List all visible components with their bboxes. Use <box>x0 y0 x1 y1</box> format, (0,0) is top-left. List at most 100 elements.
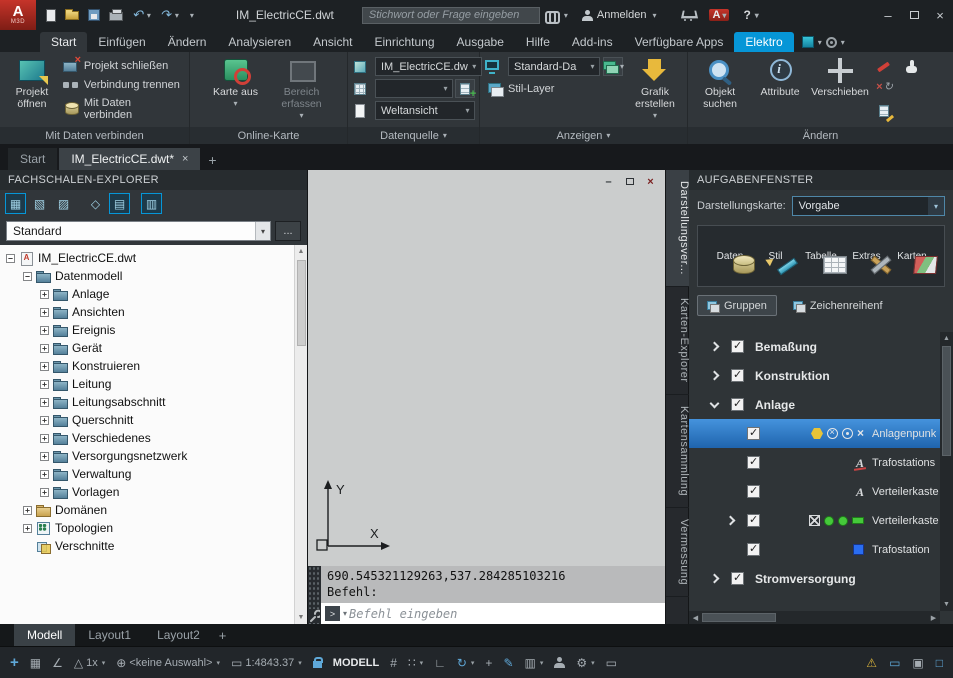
isolate-objects-icon[interactable]: ▭ <box>606 656 617 670</box>
visibility-checkbox[interactable] <box>747 484 760 498</box>
panel-title-datenquelle[interactable]: Datenquelle ▾ <box>348 127 479 144</box>
tree-item-querschnitt[interactable]: + Querschnitt <box>0 411 294 429</box>
tab-gruppen[interactable]: Gruppen <box>697 295 777 316</box>
tree-expander-icon[interactable]: + <box>40 361 49 371</box>
tree-expander-icon[interactable]: + <box>40 487 49 497</box>
tree-item-im-electricce-dwt[interactable]: − IM_ElectricCE.dwt <box>0 249 294 267</box>
autotrack-icon[interactable]: + <box>10 654 19 671</box>
explorer-tree-scrollbar[interactable]: ▲ ▼ <box>294 245 307 624</box>
ribbon-tab-einrichtung[interactable]: Einrichtung <box>363 32 445 52</box>
tree-expander-icon[interactable]: + <box>40 325 49 335</box>
crosshair-icon[interactable]: + <box>485 656 492 670</box>
visibility-checkbox[interactable] <box>747 455 760 469</box>
clean-screen-icon[interactable]: ▣ <box>912 656 923 670</box>
tree-expander-icon[interactable]: + <box>40 307 49 317</box>
ribbon-tab-ausgabe[interactable]: Ausgabe <box>446 32 515 52</box>
display-map-combo[interactable]: Standard-Da ▾ <box>508 57 600 76</box>
ribbon-tab-ansicht[interactable]: Ansicht <box>302 32 363 52</box>
customization-icon[interactable]: ⚙ <box>576 656 594 670</box>
visibility-checkbox[interactable] <box>731 368 744 382</box>
layer-verteilerkaste[interactable]: Verteilerkaste <box>689 506 940 535</box>
display-library-icon[interactable]: ▨ <box>53 193 74 214</box>
new-drawing-tab-button[interactable]: + <box>202 150 222 170</box>
layout-tab-modell[interactable]: Modell <box>14 624 76 646</box>
layer-group-bemaßung[interactable]: Bemaßung <box>689 332 940 361</box>
ribbon-tab-analysieren[interactable]: Analysieren <box>217 32 302 52</box>
daten-tool-button[interactable]: Daten <box>708 251 752 262</box>
layer-group-stromversorgung[interactable]: Stromversorgung <box>689 564 940 593</box>
layer-stack-button[interactable] <box>603 57 623 76</box>
layer-anlagenpunk[interactable]: × Anlagenpunk <box>689 419 940 448</box>
grid-view-icon[interactable]: ▤ <box>109 193 130 214</box>
new-file-icon[interactable] <box>46 8 56 22</box>
drawing-minimize-button[interactable]: – <box>600 174 617 189</box>
workspace-icon[interactable]: ▥ <box>525 656 544 670</box>
layer-list-hscrollbar[interactable]: ◀ ▶ <box>689 611 940 624</box>
detail-view-icon[interactable]: ▥ <box>141 193 162 214</box>
user-icon[interactable] <box>554 657 566 668</box>
search-icon[interactable] <box>544 10 568 24</box>
row-expander[interactable] <box>707 370 722 381</box>
hscroll-thumb[interactable] <box>702 613 776 622</box>
selection-cycling[interactable]: △ 1x <box>74 656 105 670</box>
polar-tracking-icon[interactable]: ∠ <box>52 656 63 670</box>
visibility-checkbox[interactable] <box>747 542 760 556</box>
table-add-button[interactable] <box>455 79 476 100</box>
tab-zeichenreihenf[interactable]: Zeichenreihenf <box>783 295 893 316</box>
redo-icon[interactable] <box>160 7 179 23</box>
add-layout-button[interactable]: + <box>219 628 227 643</box>
grafik-erstellen-button[interactable]: Grafik erstellen <box>627 54 683 127</box>
stil-layer-button[interactable]: Stil-Layer <box>484 81 627 97</box>
standard-combo[interactable]: Standard ▾ <box>6 221 271 241</box>
row-expander[interactable] <box>707 398 722 408</box>
minimize-button[interactable]: – <box>875 3 901 27</box>
select-hand-button[interactable] <box>902 58 922 76</box>
ribbon-tab-add-ins[interactable]: Add-ins <box>561 32 624 52</box>
qat-menu-icon[interactable] <box>188 11 194 20</box>
file-tab-close-icon[interactable]: × <box>182 153 188 165</box>
command-palette-grip[interactable] <box>308 566 321 624</box>
layer-group-konstruktion[interactable]: Konstruktion <box>689 361 940 390</box>
feature-source-combo[interactable]: ▾ <box>375 79 453 98</box>
drawing-area[interactable]: – × Y X 690.545321129263,537.28428510321… <box>308 170 665 624</box>
fullscreen-icon[interactable]: □ <box>936 656 943 670</box>
tree-item-ansichten[interactable]: + Ansichten <box>0 303 294 321</box>
tree-item-domänen[interactable]: + Domänen <box>0 501 294 519</box>
command-input[interactable] <box>347 605 665 622</box>
signin-button[interactable]: Anmelden <box>581 9 657 21</box>
plot-icon[interactable] <box>109 9 123 21</box>
verbindung-trennen-button[interactable]: Verbindung trennen <box>60 77 185 93</box>
tree-expander-icon[interactable]: + <box>40 433 49 443</box>
help-button[interactable]: ? <box>743 8 758 22</box>
ribbon-tab-verfügbare-apps[interactable]: Verfügbare Apps <box>624 32 735 52</box>
tree-expander-icon[interactable]: − <box>23 271 32 281</box>
bereich-erfassen-button[interactable]: Bereich erfassen <box>274 54 330 127</box>
tree-item-verschnitte[interactable]: Verschnitte <box>0 537 294 555</box>
verschieben-button[interactable]: Verschieben <box>811 54 869 127</box>
object-snap-icon[interactable]: ↻ <box>457 656 475 670</box>
featured-app-dropdown-icon[interactable]: ▾ <box>818 38 822 47</box>
app-store-icon[interactable] <box>682 10 695 21</box>
extras-tool-button[interactable]: Extras <box>845 251 889 262</box>
attribute-button[interactable]: Attribute <box>752 54 808 127</box>
display-model-icon[interactable]: ▦ <box>5 193 26 214</box>
side-tab-vermessung[interactable]: Vermessung <box>666 508 690 597</box>
update-from-source-button[interactable] <box>874 80 894 98</box>
command-settings-wrench-icon[interactable] <box>309 609 320 623</box>
annotation-icon[interactable]: ✎ <box>503 656 513 670</box>
visibility-checkbox[interactable] <box>747 513 760 527</box>
hardware-accel-icon[interactable]: ▭ <box>889 656 900 670</box>
layer-list-vscrollbar[interactable]: ▲ ▼ <box>940 332 953 611</box>
side-tab-kartensammlung[interactable]: Kartensammlung <box>666 395 690 508</box>
ribbon-options-dropdown-icon[interactable]: ▾ <box>841 38 845 47</box>
model-space-label[interactable]: MODELL <box>333 657 379 669</box>
ortho-mode-icon[interactable]: ∟ <box>434 656 446 670</box>
objekt-suchen-button[interactable]: Objekt suchen <box>692 54 748 127</box>
compass-icon[interactable]: ◇ <box>85 193 106 214</box>
row-expander[interactable] <box>707 573 722 584</box>
layer-group-anlage[interactable]: Anlage <box>689 390 940 419</box>
snap-mode-icon[interactable]: ∷ <box>408 656 423 670</box>
stil-tool-button[interactable]: Stil <box>754 251 798 262</box>
open-file-icon[interactable] <box>65 8 79 20</box>
infer-constraints-icon[interactable]: ▦ <box>30 656 41 670</box>
